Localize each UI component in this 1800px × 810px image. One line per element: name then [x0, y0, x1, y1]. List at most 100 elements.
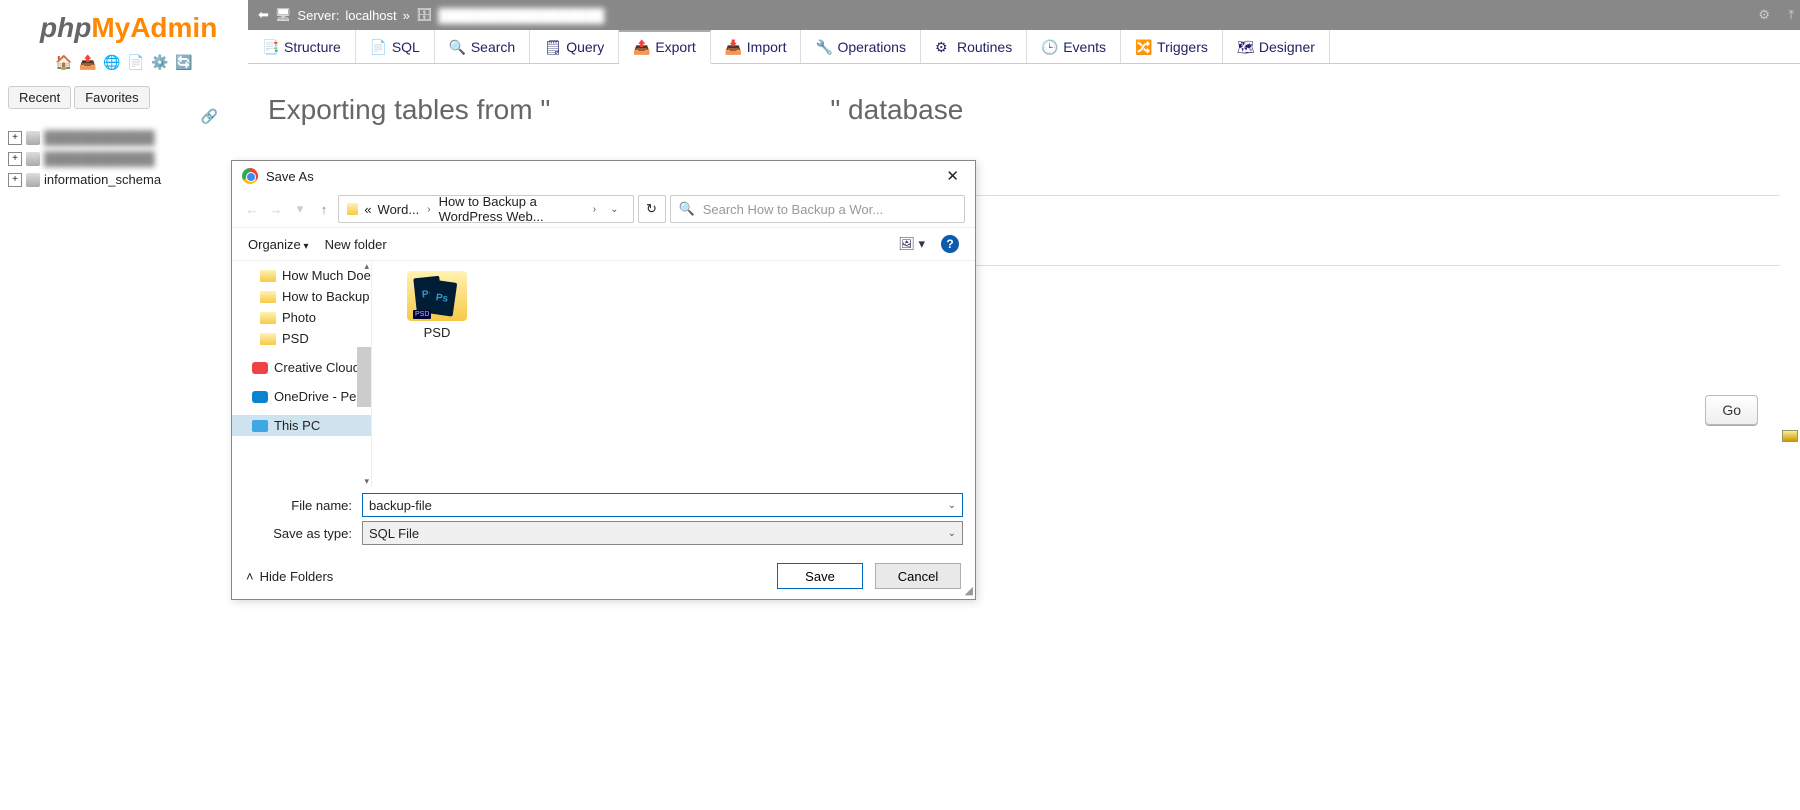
server-label: Server:	[297, 8, 339, 23]
link-toggle-icon[interactable]: 🔗	[201, 108, 218, 125]
expand-icon[interactable]: +	[8, 173, 22, 187]
db-item-1[interactable]: +████████████	[8, 127, 240, 148]
home-icon[interactable]: 🏠	[55, 54, 73, 72]
tab-query[interactable]: 🗒Query	[530, 30, 619, 63]
this-pc-icon	[252, 420, 268, 432]
docs-icon[interactable]: 📄	[127, 54, 145, 72]
page-title: Exporting tables from " " database	[268, 94, 1780, 126]
go-button[interactable]: Go	[1705, 395, 1758, 425]
collapse-top-icon[interactable]: ⤒	[1788, 7, 1794, 23]
tab-operations[interactable]: 🔧Operations	[801, 30, 920, 63]
back-button[interactable]: ←	[242, 202, 262, 217]
database-icon	[26, 152, 40, 166]
scroll-up-icon[interactable]: ▴	[364, 261, 369, 272]
forward-button[interactable]: →	[266, 202, 286, 217]
refresh-button[interactable]: ↻	[638, 195, 666, 223]
export-icon: 📤	[633, 39, 649, 55]
nav-item-onedrive[interactable]: OneDrive - Persc	[232, 386, 371, 407]
hide-folders-toggle[interactable]: ˄ Hide Folders	[246, 569, 333, 584]
pma-sidebar: phpMyAdmin 🏠 📤 🌐 📄 ⚙️ 🔄 Recent Favorites…	[0, 0, 248, 710]
nav-item-howmuch[interactable]: How Much Doe	[232, 265, 371, 286]
onedrive-icon	[252, 391, 268, 403]
new-folder-button[interactable]: New folder	[325, 237, 387, 252]
gear-icon[interactable]: ⚙️	[151, 54, 169, 72]
pma-logo: phpMyAdmin	[0, 0, 248, 48]
db-tree: +████████████ +████████████ +information…	[0, 113, 248, 204]
view-options-button[interactable]: 🖼 ▾	[898, 236, 925, 252]
nav-item-this-pc[interactable]: This PC	[232, 415, 371, 436]
exit-icon[interactable]: 📤	[79, 54, 97, 72]
nav-item-photo[interactable]: Photo	[232, 307, 371, 328]
chevron-up-icon: ˄	[246, 569, 254, 584]
tab-recent[interactable]: Recent	[8, 86, 71, 109]
filetype-select[interactable]: SQL File ⌄	[362, 521, 963, 545]
tab-events[interactable]: 🕒Events	[1027, 30, 1121, 63]
pma-content: Exporting tables from " " database	[248, 64, 1800, 156]
tab-structure[interactable]: 📑Structure	[248, 30, 356, 63]
tab-triggers[interactable]: 🔀Triggers	[1121, 30, 1223, 63]
path-prefix: «	[364, 202, 371, 217]
scroll-down-icon[interactable]: ▾	[364, 476, 369, 487]
settings-icon[interactable]: ⚙	[1758, 7, 1770, 23]
reload-icon[interactable]: 🔄	[175, 54, 193, 72]
dialog-title: Save As	[266, 169, 314, 184]
folder-psd[interactable]: Ps Ps PSD PSD	[392, 271, 482, 340]
info-icon[interactable]: 🌐	[103, 54, 121, 72]
bookmark-icon[interactable]	[1782, 430, 1798, 442]
up-button[interactable]: ↑	[314, 202, 334, 217]
expand-icon[interactable]: +	[8, 131, 22, 145]
file-list[interactable]: Ps Ps PSD PSD	[372, 261, 975, 487]
expand-icon[interactable]: +	[8, 152, 22, 166]
filename-input[interactable]: backup-file ⌄	[362, 493, 963, 517]
search-icon: 🔍	[679, 201, 695, 217]
tab-designer[interactable]: 🗺Designer	[1223, 30, 1330, 63]
scrollbar-thumb[interactable]	[357, 347, 371, 407]
db-item-information-schema[interactable]: +information_schema	[8, 169, 240, 190]
cancel-button[interactable]: Cancel	[875, 563, 961, 589]
nav-item-creative-cloud[interactable]: Creative Cloud F	[232, 357, 371, 378]
folder-icon	[260, 333, 276, 345]
chevron-right-icon[interactable]: ›	[425, 204, 432, 215]
server-name[interactable]: localhost	[345, 8, 396, 23]
search-input[interactable]: 🔍 Search How to Backup a Wor...	[670, 195, 966, 223]
triggers-icon: 🔀	[1135, 39, 1151, 55]
recent-locations-button[interactable]: ▾	[290, 201, 310, 217]
tab-export[interactable]: 📤Export	[619, 30, 710, 64]
address-bar[interactable]: « Word... › How to Backup a WordPress We…	[338, 195, 634, 223]
chevron-down-icon[interactable]: ⌄	[948, 500, 956, 511]
close-button[interactable]: ✕	[940, 167, 965, 185]
tab-search[interactable]: 🔍Search	[435, 30, 530, 63]
organize-menu[interactable]: Organize	[248, 237, 309, 252]
filetype-label: Save as type:	[272, 526, 352, 541]
help-button[interactable]: ?	[941, 235, 959, 253]
logo-php: php	[40, 12, 91, 43]
collapse-nav-icon[interactable]: ⬅	[258, 7, 269, 23]
folder-label: PSD	[392, 325, 482, 340]
folder-icon	[260, 312, 276, 324]
tab-import[interactable]: 📥Import	[711, 30, 802, 63]
save-as-dialog: Save As ✕ ← → ▾ ↑ « Word... › How to Bac…	[231, 160, 976, 600]
nav-item-psd[interactable]: PSD	[232, 328, 371, 349]
path-segment-2[interactable]: How to Backup a WordPress Web...	[439, 194, 585, 224]
address-dropdown[interactable]: ⌄	[604, 204, 624, 215]
tab-sql[interactable]: 📄SQL	[356, 30, 435, 63]
dialog-toolbar: Organize New folder 🖼 ▾ ?	[232, 227, 975, 261]
db-item-2[interactable]: +████████████	[8, 148, 240, 169]
folder-thumbnail: Ps Ps PSD	[407, 271, 467, 321]
filetype-value: SQL File	[369, 526, 419, 541]
filename-label: File name:	[272, 498, 352, 513]
chevron-right-icon[interactable]: ›	[591, 204, 598, 215]
save-button[interactable]: Save	[777, 563, 863, 589]
nav-item-howto[interactable]: How to Backup	[232, 286, 371, 307]
pma-icon-row: 🏠 📤 🌐 📄 ⚙️ 🔄	[0, 48, 248, 82]
breadcrumb: ⬅ 🖥 Server: localhost » 🗄 ██████████████…	[248, 0, 1800, 30]
tab-routines[interactable]: ⚙Routines	[921, 30, 1027, 63]
tab-favorites[interactable]: Favorites	[74, 86, 149, 109]
path-segment-1[interactable]: Word...	[378, 202, 420, 217]
folder-icon	[260, 291, 276, 303]
creative-cloud-icon	[252, 362, 268, 374]
resize-grip[interactable]: ◢	[965, 584, 973, 597]
chevron-down-icon[interactable]: ⌄	[948, 528, 956, 539]
database-name[interactable]: ██████████████████	[438, 8, 604, 23]
breadcrumb-sep: »	[403, 8, 410, 23]
